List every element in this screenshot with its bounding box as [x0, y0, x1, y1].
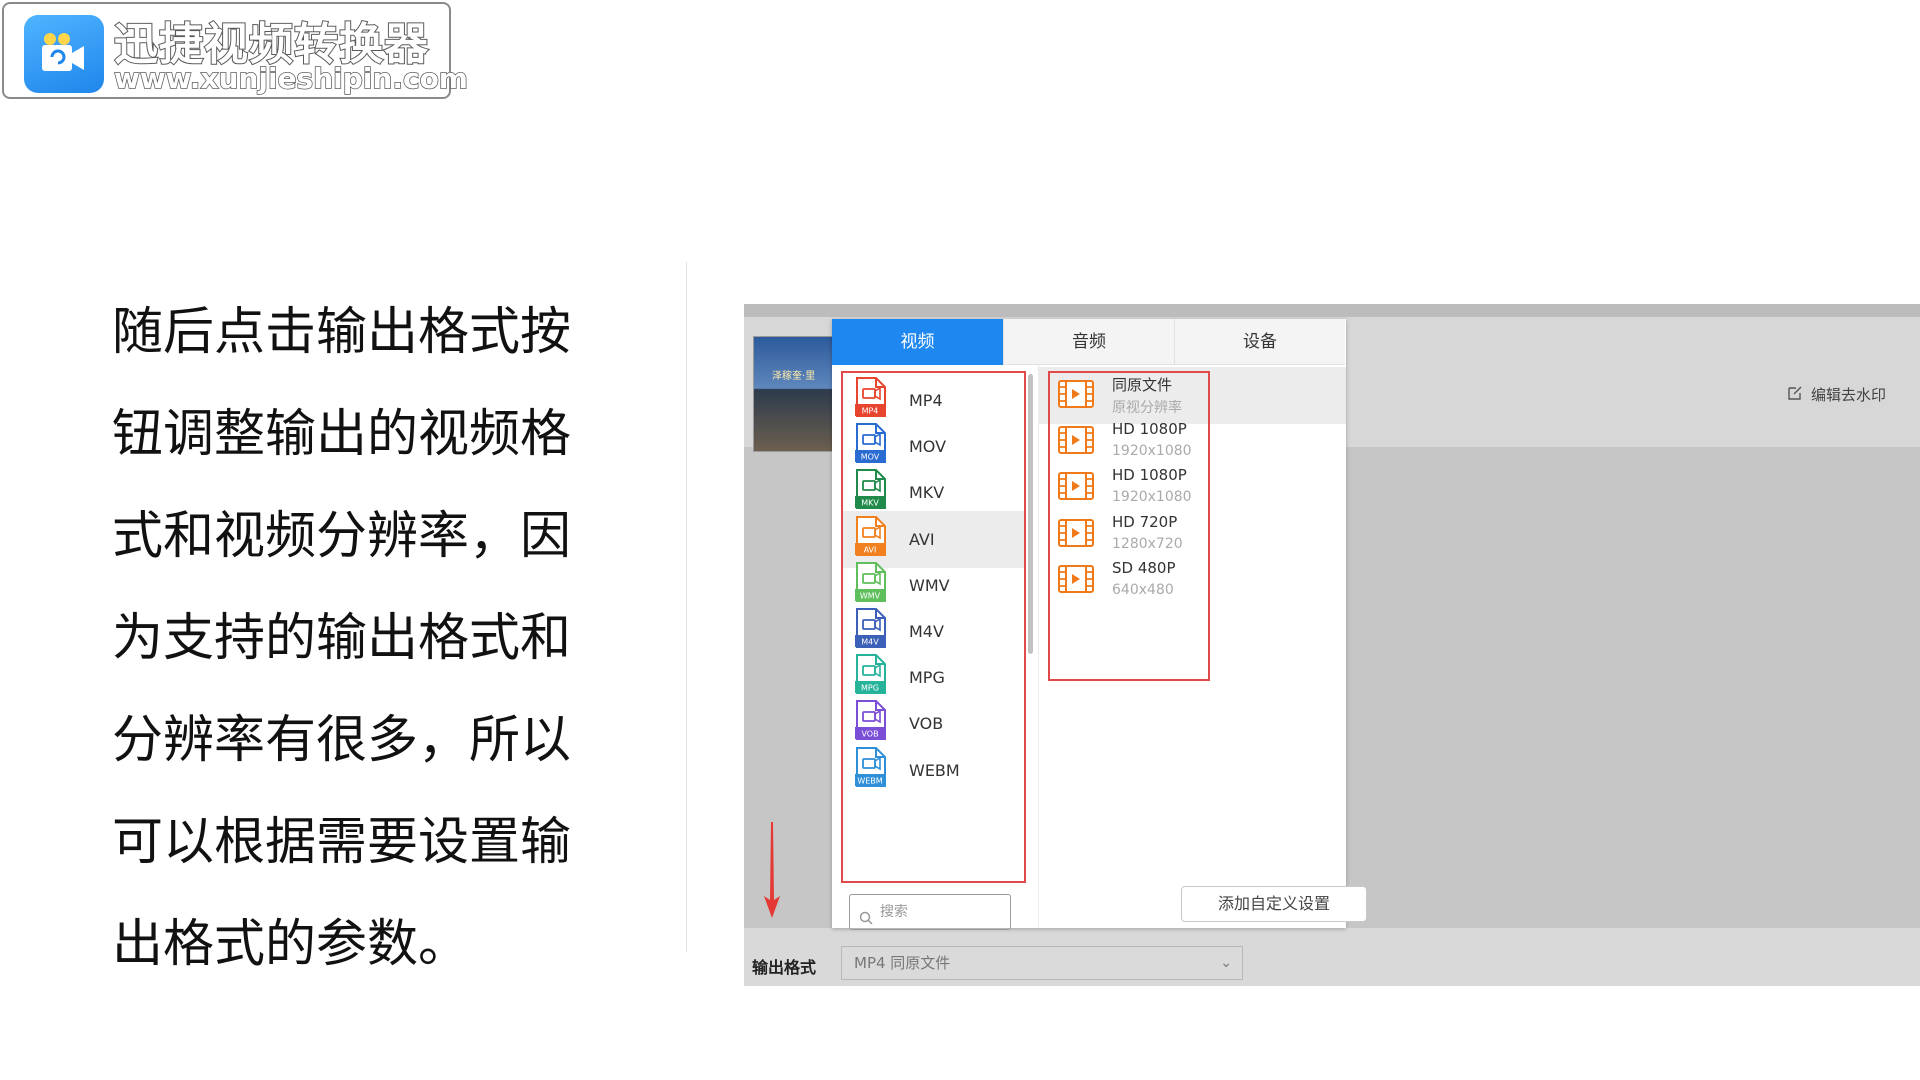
- video-camera-icon: [24, 15, 104, 93]
- edit-watermark-label: 编辑去水印: [1810, 386, 1886, 404]
- format-badge: MPG: [861, 684, 879, 693]
- tab-video[interactable]: 视频: [832, 319, 1003, 365]
- app-top-bar: [744, 304, 1920, 317]
- brand-url: www.xunjieshipin.com: [113, 61, 468, 96]
- brand-logo: 迅捷视频转换器 www.xunjieshipin.com: [2, 2, 469, 99]
- vertical-divider: [686, 262, 687, 952]
- video-file-icon: VOB: [854, 700, 888, 744]
- resolution-highlight-box: [1048, 371, 1210, 681]
- video-file-icon: MP4: [854, 377, 888, 421]
- add-custom-setting-button[interactable]: 添加自定义设置: [1181, 886, 1367, 922]
- output-format-label: 输出格式: [752, 958, 817, 977]
- video-file-icon: M4V: [854, 608, 888, 652]
- format-badge: MP4: [862, 407, 879, 416]
- instruction-text: 随后点击输出格式按 钮调整输出的视频格 式和视频分辨率，因 为支持的输出格式和 …: [112, 282, 632, 996]
- app-screenshot: 泽稼奎·里 编辑去水印 输出格式 MP4 同原文件 ⌄ 视频 音频 设备 MP4…: [744, 304, 1920, 986]
- search-icon: [859, 904, 873, 938]
- tab-device[interactable]: 设备: [1174, 319, 1345, 365]
- format-list-scrollbar[interactable]: [1028, 374, 1033, 654]
- format-popup: 视频 音频 设备 MP4 MP4 MOV MOV MKV MKV AVI AVI WMV WMV M…: [832, 319, 1367, 930]
- video-file-icon: WEBM: [854, 746, 888, 791]
- format-badge: WMV: [860, 591, 881, 600]
- column-divider: [1038, 365, 1039, 928]
- format-tabs: 视频 音频 设备: [832, 319, 1346, 365]
- instruction-line: 式和视频分辨率，因: [112, 507, 572, 566]
- format-badge: M4V: [861, 638, 879, 647]
- search-placeholder: 搜索: [880, 904, 908, 920]
- tab-audio[interactable]: 音频: [1003, 319, 1174, 365]
- format-name: WEBM: [909, 760, 960, 780]
- edit-icon: [1787, 385, 1803, 405]
- format-item-webm[interactable]: WEBM WEBM: [843, 742, 1024, 799]
- video-thumbnail[interactable]: 泽稼奎·里: [753, 336, 837, 452]
- instruction-line: 钮调整输出的视频格: [112, 405, 572, 464]
- format-badge: WEBM: [857, 776, 882, 785]
- format-search-input[interactable]: 搜索: [849, 894, 1011, 930]
- instruction-line: 为支持的输出格式和: [112, 609, 572, 668]
- output-format-select[interactable]: MP4 同原文件 ⌄: [841, 946, 1243, 980]
- video-file-icon: WMV: [854, 561, 888, 606]
- video-file-icon: MKV: [854, 469, 888, 513]
- format-badge: MOV: [861, 453, 880, 462]
- instruction-line: 分辨率有很多，所以: [112, 711, 572, 770]
- video-file-icon: MPG: [854, 654, 888, 698]
- format-badge: AVI: [864, 545, 877, 554]
- format-badge: VOB: [861, 730, 878, 739]
- video-file-icon: MOV: [854, 423, 888, 467]
- chevron-down-icon: ⌄: [1220, 955, 1232, 971]
- red-arrow-indicator: [764, 822, 780, 918]
- format-badge: MKV: [861, 499, 879, 508]
- format-list: MP4 MP4 MOV MOV MKV MKV AVI AVI WMV WMV M4V M4V MPG M…: [841, 371, 1026, 883]
- video-file-icon: AVI: [854, 515, 888, 560]
- instruction-line: 可以根据需要设置输: [112, 813, 572, 872]
- output-format-value: MP4 同原文件: [854, 954, 951, 972]
- edit-watermark-button[interactable]: 编辑去水印: [1787, 384, 1886, 405]
- thumbnail-caption: 泽稼奎·里: [772, 371, 816, 382]
- instruction-line: 随后点击输出格式按: [112, 303, 572, 362]
- instruction-line: 出格式的参数。: [112, 915, 470, 974]
